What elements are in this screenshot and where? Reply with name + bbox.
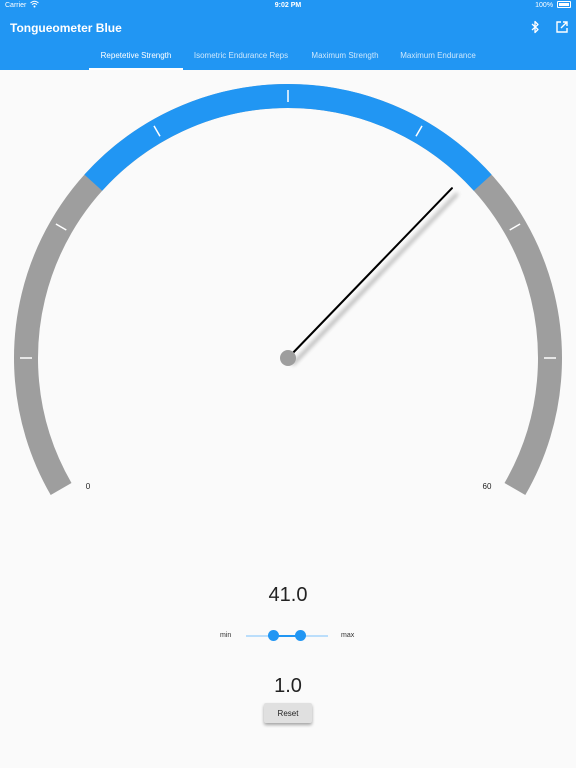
open-in-new-icon[interactable]	[555, 20, 569, 34]
app-title: Tongueometer Blue	[10, 21, 122, 35]
gauge-max-label: 60	[483, 482, 492, 491]
app-bar: Carrier 9:02 PM 100% Tongueometer Blue R…	[0, 0, 576, 70]
gauge-hub	[280, 350, 296, 366]
reset-button[interactable]: Reset	[264, 703, 312, 723]
battery-status: 100%	[535, 0, 571, 12]
gauge-highlight-range	[84, 84, 492, 191]
gauge: 0 60	[14, 84, 562, 495]
range-upper-thumb[interactable]	[294, 630, 306, 641]
clock: 9:02 PM	[274, 2, 302, 9]
tab-isometric-endurance-reps[interactable]: Isometric Endurance Reps	[186, 44, 296, 68]
bluetooth-icon[interactable]	[529, 20, 541, 34]
gauge-needle	[287, 187, 453, 359]
range-max-label: max	[341, 632, 355, 639]
threshold-readout: 1.0	[274, 675, 302, 697]
range-lower-thumb[interactable]	[267, 630, 279, 641]
tab-repetetive-strength[interactable]: Repetetive Strength	[89, 44, 183, 68]
range-min-label: min	[220, 632, 232, 639]
tab-bar: Repetetive Strength Isometric Endurance …	[0, 44, 576, 70]
app-screen: Carrier 9:02 PM 100% Tongueometer Blue R…	[0, 0, 576, 768]
battery-icon	[557, 0, 571, 8]
tab-maximum-endurance[interactable]: Maximum Endurance	[393, 44, 483, 68]
battery-percent: 100%	[535, 2, 554, 9]
gauge-min-label: 0	[86, 482, 91, 491]
gauge-ticks	[20, 90, 556, 359]
range-slider: min max	[0, 628, 576, 644]
status-bar: Carrier 9:02 PM 100%	[0, 0, 576, 12]
tab-maximum-strength[interactable]: Maximum Strength	[302, 44, 388, 68]
force-readout: 41.0	[268, 584, 308, 606]
